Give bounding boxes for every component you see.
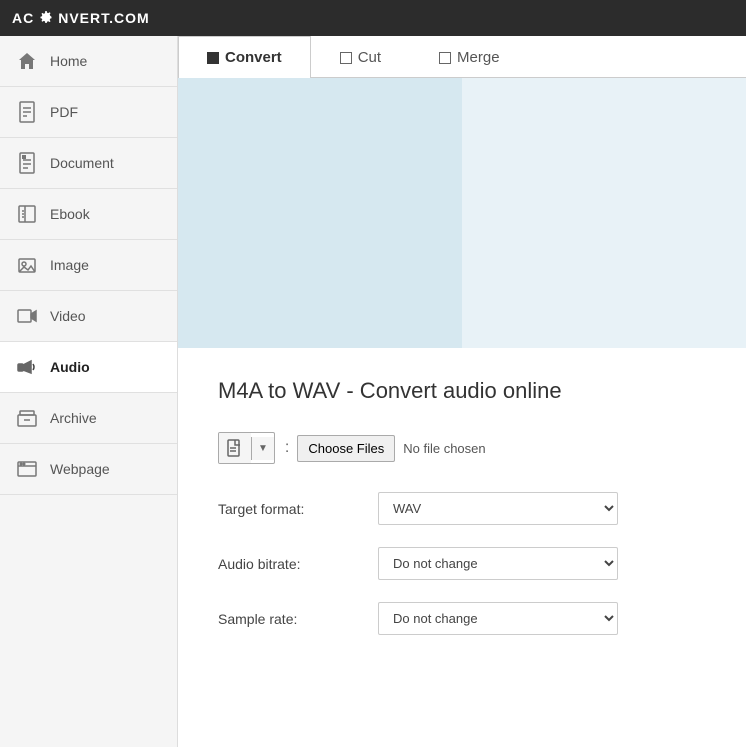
banner-area [178,78,746,348]
file-dropdown-button[interactable]: ▼ [251,437,274,460]
audio-icon [16,356,38,378]
sidebar-item-audio[interactable]: Audio [0,342,177,393]
file-button-group: ▼ [218,432,275,464]
pdf-icon [16,101,38,123]
gear-icon [38,10,54,26]
sidebar-item-archive[interactable]: Archive [0,393,177,444]
page-title: M4A to WAV - Convert audio online [218,378,706,404]
tab-merge[interactable]: Merge [410,36,529,78]
merge-tab-icon [439,52,451,64]
page-content-area: M4A to WAV - Convert audio online ▼ : [178,348,746,687]
target-format-select[interactable]: WAV MP3 M4A FLAC OGG AAC [378,492,618,525]
banner-left [178,78,462,348]
file-input-row: ▼ : Choose Files No file chosen [218,432,706,464]
sidebar-item-document[interactable]: Document [0,138,177,189]
sample-rate-select[interactable]: Do not change 8000 Hz 11025 Hz 22050 Hz … [378,602,618,635]
sidebar-item-webpage[interactable]: Webpage [0,444,177,495]
site-logo: AC NVERT.COM [12,10,150,26]
sidebar-label-video: Video [50,308,86,324]
sidebar-label-webpage: Webpage [50,461,110,477]
cut-tab-icon [340,52,352,64]
top-navigation: AC NVERT.COM [0,0,746,36]
archive-icon [16,407,38,429]
sidebar: Home PDF Document Ebook Image [0,36,178,747]
target-format-row: Target format: WAV MP3 M4A FLAC OGG AAC [218,492,706,525]
sidebar-item-image[interactable]: Image [0,240,177,291]
image-icon [16,254,38,276]
tab-convert-label: Convert [225,49,282,66]
file-icon-button[interactable] [219,433,251,463]
sidebar-label-ebook: Ebook [50,206,90,222]
audio-bitrate-label: Audio bitrate: [218,556,378,572]
tab-cut-label: Cut [358,49,381,66]
sidebar-item-ebook[interactable]: Ebook [0,189,177,240]
audio-bitrate-select[interactable]: Do not change 32k 64k 128k 192k 256k 320… [378,547,618,580]
logo-domain: NVERT.COM [58,10,149,26]
sidebar-item-video[interactable]: Video [0,291,177,342]
sidebar-label-image: Image [50,257,89,273]
sample-rate-row: Sample rate: Do not change 8000 Hz 11025… [218,602,706,635]
choose-files-button[interactable]: Choose Files [297,435,395,462]
file-colon: : [285,439,289,457]
target-format-label: Target format: [218,501,378,517]
sidebar-label-home: Home [50,53,87,69]
video-icon [16,305,38,327]
sidebar-label-audio: Audio [50,359,90,375]
ebook-icon [16,203,38,225]
tab-merge-label: Merge [457,49,500,66]
sidebar-item-pdf[interactable]: PDF [0,87,177,138]
main-content: Convert Cut Merge M4A to WAV - Convert a… [178,36,746,747]
convert-tab-icon [207,52,219,64]
file-doc-icon [227,439,243,457]
tab-cut[interactable]: Cut [311,36,410,78]
sidebar-label-pdf: PDF [50,104,78,120]
sidebar-label-document: Document [50,155,114,171]
banner-right [462,78,746,348]
document-icon [16,152,38,174]
sidebar-label-archive: Archive [50,410,97,426]
audio-bitrate-row: Audio bitrate: Do not change 32k 64k 128… [218,547,706,580]
home-icon [16,50,38,72]
tab-bar: Convert Cut Merge [178,36,746,78]
no-file-text: No file chosen [403,441,485,456]
sidebar-item-home[interactable]: Home [0,36,177,87]
sample-rate-label: Sample rate: [218,611,378,627]
tab-convert[interactable]: Convert [178,36,311,78]
webpage-icon [16,458,38,480]
logo-text: AC [12,10,34,26]
